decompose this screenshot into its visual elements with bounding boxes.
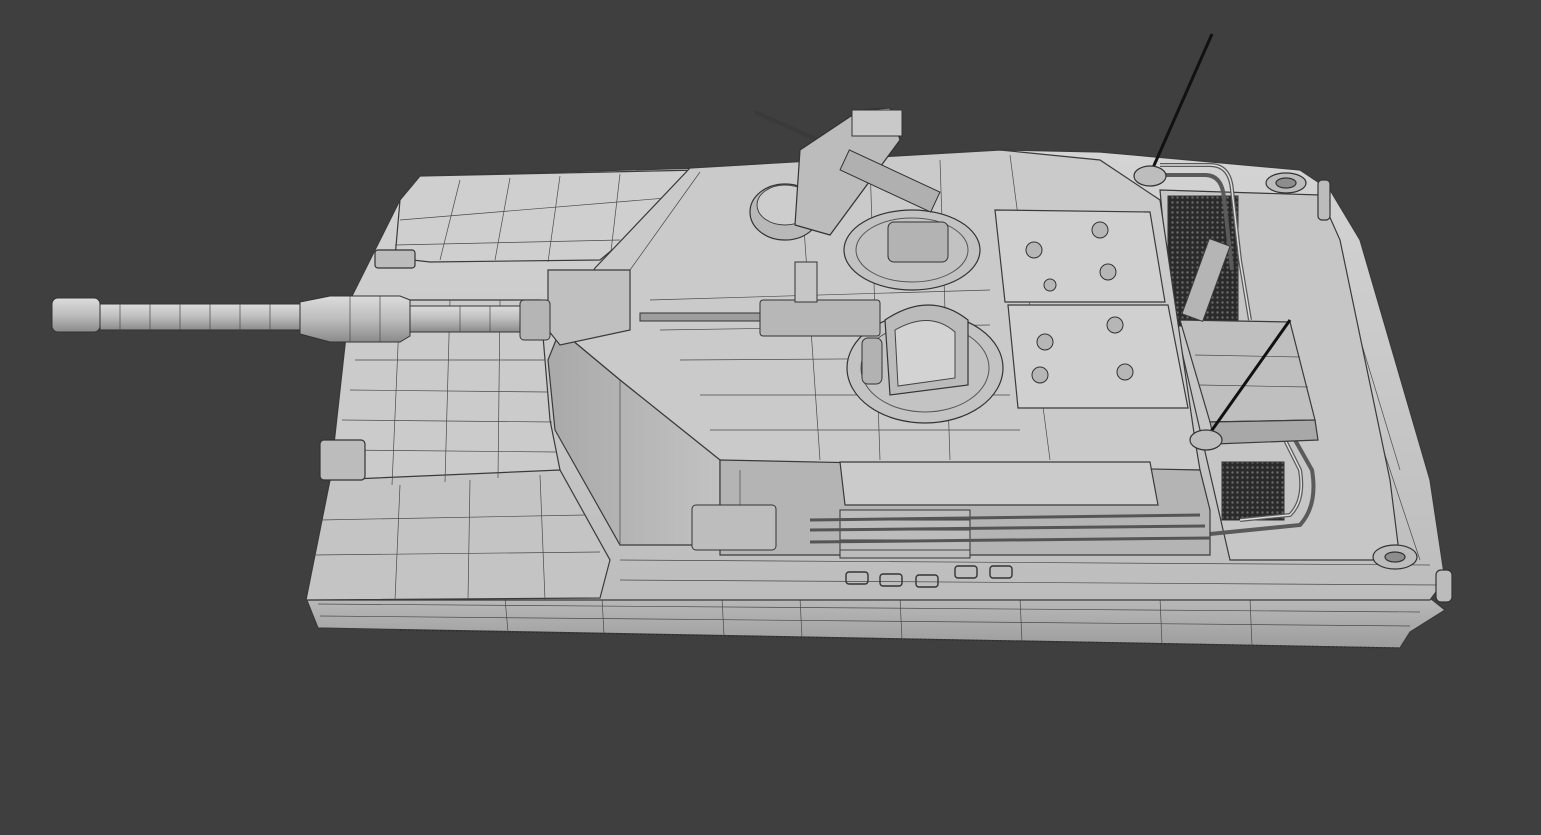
hatch-plate-lower <box>1007 304 1189 409</box>
3d-viewport[interactable] <box>0 0 1541 835</box>
hatch-plate-upper <box>994 209 1166 303</box>
hull-side-skirt <box>305 597 1447 649</box>
grille-mesh-lower <box>1221 461 1285 521</box>
tank-model-render <box>51 33 1453 649</box>
side-box <box>691 504 777 551</box>
